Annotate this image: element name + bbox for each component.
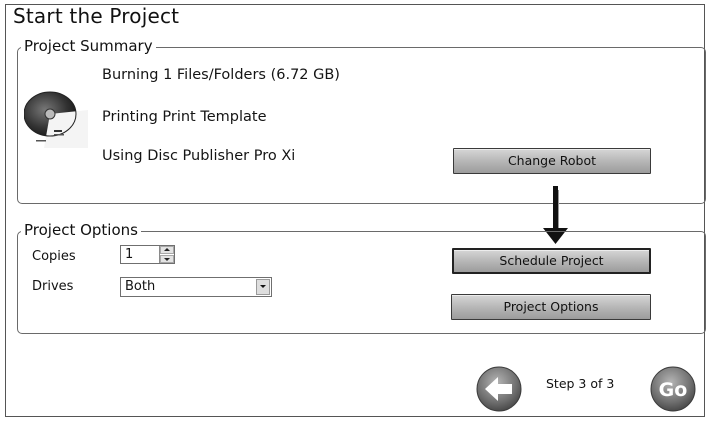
copies-label: Copies — [32, 249, 76, 264]
schedule-project-button[interactable]: Schedule Project — [452, 248, 651, 274]
change-robot-button[interactable]: Change Robot — [453, 148, 651, 174]
project-options-legend: Project Options — [21, 221, 141, 239]
copies-stepper[interactable]: 1 — [120, 245, 175, 264]
copies-decrement-button[interactable] — [160, 255, 174, 263]
go-label: Go — [659, 379, 688, 401]
go-icon[interactable]: Go — [650, 366, 696, 412]
step-indicator: Step 3 of 3 — [546, 376, 615, 391]
copies-increment-button[interactable] — [160, 246, 174, 254]
chevron-down-icon — [164, 258, 170, 261]
drives-select[interactable]: Both — [120, 277, 272, 297]
drives-label: Drives — [32, 279, 74, 294]
drives-dropdown-button[interactable] — [256, 279, 270, 295]
copies-value[interactable]: 1 — [125, 247, 133, 262]
copies-spin-buttons — [159, 246, 174, 263]
disc-thumbnail-icon — [24, 91, 88, 148]
chevron-down-icon — [260, 285, 266, 288]
summary-print-line: Printing Print Template — [102, 109, 267, 125]
summary-files-line: Burning 1 Files/Folders (6.72 GB) — [102, 67, 340, 83]
drives-value: Both — [125, 279, 156, 294]
page-title: Start the Project — [13, 4, 180, 28]
back-arrow-icon[interactable] — [476, 366, 522, 412]
summary-robot-line: Using Disc Publisher Pro Xi — [102, 148, 296, 164]
project-options-button[interactable]: Project Options — [451, 294, 651, 320]
project-summary-legend: Project Summary — [21, 37, 156, 55]
chevron-up-icon — [164, 248, 170, 251]
